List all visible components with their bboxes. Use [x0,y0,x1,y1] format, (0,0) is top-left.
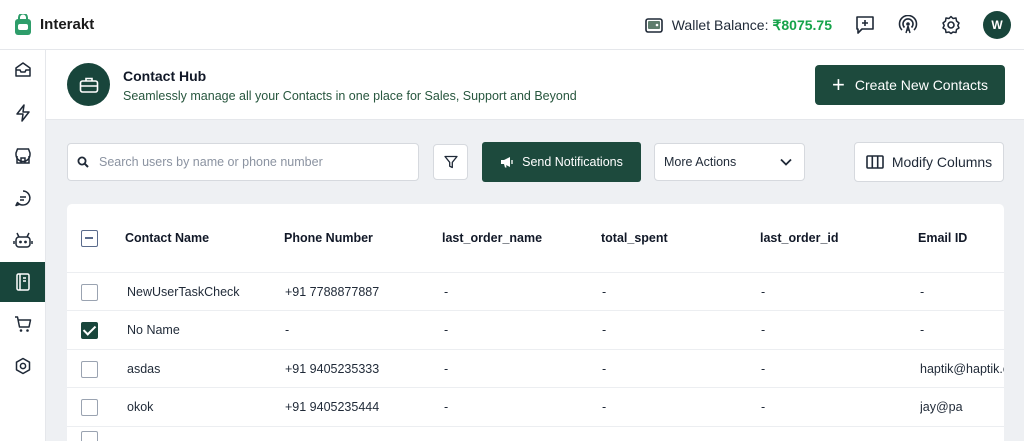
settings-hex-icon [15,357,30,375]
contact-name-cell: NewUserTaskCheck [127,284,240,299]
sidebar-item-settings[interactable] [0,346,45,386]
contact-hub-header: Contact Hub Seamlessly manage all your C… [46,50,1024,120]
table-row[interactable]: asdas +91 9405235333 - - - haptik@haptik… [67,350,1004,388]
cart-icon [14,316,31,332]
sidebar-item-bot[interactable] [0,220,45,260]
table-header-row: Contact Name Phone Number last_order_nam… [67,204,1004,273]
store-icon [14,148,31,164]
search-input[interactable] [99,155,399,169]
phone-cell: - [285,323,290,337]
chat-icon [14,190,31,207]
total-spent-cell: - [602,284,607,299]
contacts-book-icon [15,273,30,291]
more-actions-label: More Actions [664,155,737,169]
row-checkbox[interactable] [81,399,98,416]
columns-icon [866,155,884,169]
phone-cell: +91 9405235444 [285,400,380,414]
last-order-name-cell: - [444,361,449,376]
contacts-table: Contact Name Phone Number last_order_nam… [67,204,1004,441]
settings-gear-icon[interactable] [940,14,962,36]
send-notifications-label: Send Notifications [522,155,623,169]
row-checkbox[interactable] [81,322,98,339]
last-order-id-cell: - [761,323,766,337]
send-notifications-button[interactable]: Send Notifications [482,142,641,182]
last-order-id-cell: - [761,284,766,299]
create-new-contacts-label: Create New Contacts [854,77,988,93]
page-subtitle: Seamlessly manage all your Contacts in o… [123,89,577,103]
interakt-logo-icon [15,13,31,35]
broadcast-icon[interactable] [897,14,919,36]
total-spent-cell: - [602,400,607,414]
wallet-amount: ₹8075.75 [772,16,832,33]
sidebar-item-automation[interactable] [0,93,45,133]
sidebar-item-inbox[interactable] [0,50,45,90]
modify-columns-button[interactable]: Modify Columns [854,142,1004,182]
top-right-area: Wallet Balance: ₹8075.75 W [644,0,1024,50]
user-avatar[interactable]: W [983,11,1011,39]
row-checkbox[interactable] [81,431,98,441]
filter-icon [443,155,458,169]
phone-cell: +91 7788877887 [285,284,380,299]
table-row[interactable]: NewUserTaskCheck +91 7788877887 - - - - [67,273,1004,311]
more-actions-dropdown[interactable]: More Actions [654,143,805,181]
sidebar [0,50,46,441]
column-header[interactable]: total_spent [601,204,751,272]
phone-cell: +91 9405235333 [285,361,380,376]
last-order-id-cell: - [761,400,766,414]
sidebar-item-contacts[interactable] [0,262,45,302]
bot-icon [12,232,33,248]
last-order-name-cell: - [444,323,449,337]
last-order-name-cell: - [444,284,449,299]
column-header[interactable]: last_order_id [760,204,910,272]
column-header[interactable]: last_order_name [442,204,592,272]
table-row-partial[interactable] [67,427,1004,441]
inbox-icon [14,62,31,77]
search-box [67,143,419,181]
megaphone-icon [500,156,514,168]
email-cell: haptik@haptik.co [920,361,1004,376]
brand[interactable]: Interakt [14,13,95,36]
create-new-contacts-button[interactable]: + Create New Contacts [815,65,1005,105]
contact-name-cell: No Name [127,323,180,337]
contact-name-cell: okok [127,400,154,414]
email-cell: - [920,323,925,337]
sidebar-item-chat[interactable] [0,178,45,218]
plus-icon: + [832,72,845,97]
wallet-icon [644,18,663,33]
total-spent-cell: - [602,323,607,337]
row-checkbox[interactable] [81,283,98,301]
chevron-down-icon [780,158,792,166]
top-bar: Interakt Wallet Balance: ₹8075.75 W [0,0,1024,50]
select-all-checkbox[interactable] [81,230,98,247]
briefcase-icon [67,63,110,106]
sidebar-item-commerce[interactable] [0,304,45,344]
row-checkbox[interactable] [81,360,98,378]
total-spent-cell: - [602,361,607,376]
column-header[interactable]: Phone Number [284,204,434,272]
column-header[interactable]: Contact Name [125,204,275,272]
lightning-icon [15,104,30,122]
filter-button[interactable] [433,144,468,180]
sidebar-item-store[interactable] [0,136,45,176]
table-row[interactable]: okok +91 9405235444 - - - jay@pa [67,388,1004,427]
wallet-label: Wallet Balance: [671,17,769,33]
table-row[interactable]: No Name - - - - - [67,311,1004,350]
add-message-icon[interactable] [854,14,876,36]
email-cell: - [920,284,925,299]
email-cell: jay@pa [920,400,963,414]
column-header[interactable]: Email ID [918,204,1004,272]
app-name: Interakt [40,16,95,33]
last-order-name-cell: - [444,400,449,414]
contact-name-cell: asdas [127,361,161,376]
page-title: Contact Hub [123,68,207,84]
modify-columns-label: Modify Columns [891,154,993,170]
search-icon [77,155,91,169]
last-order-id-cell: - [761,361,766,376]
